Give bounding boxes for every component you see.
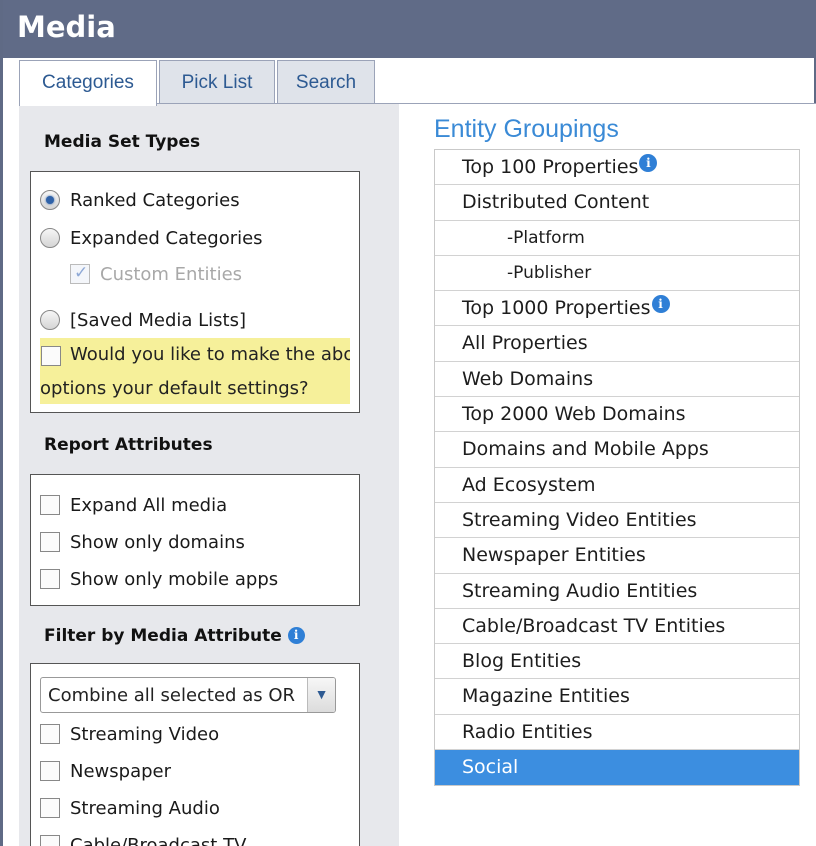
default-settings-prompt: Would you like to make the abov options … bbox=[40, 338, 350, 404]
checkbox[interactable] bbox=[40, 798, 60, 818]
info-icon[interactable]: i bbox=[651, 295, 670, 314]
list-item-ad-ecosystem[interactable]: Ad Ecosystem bbox=[435, 468, 799, 503]
radio-label: Ranked Categories bbox=[70, 189, 240, 211]
radio-button-checked[interactable] bbox=[40, 190, 60, 210]
list-item-all-properties[interactable]: All Properties bbox=[435, 326, 799, 362]
filter-heading: Filter by Media Attribute i bbox=[44, 626, 305, 646]
default-settings-text-line1: Would you like to make the abov bbox=[70, 344, 350, 365]
list-item-publisher[interactable]: -Publisher bbox=[435, 256, 799, 292]
window-title: Media bbox=[17, 10, 116, 44]
combine-mode-select[interactable]: Combine all selected as OR ▼ bbox=[40, 677, 336, 713]
media-set-types-heading: Media Set Types bbox=[44, 132, 201, 152]
radio-button[interactable] bbox=[40, 228, 60, 248]
checkbox[interactable] bbox=[40, 532, 60, 552]
checkbox-cable-broadcast-tv[interactable]: Cable/Broadcast TV bbox=[40, 832, 246, 846]
tab-search[interactable]: Search bbox=[277, 60, 375, 104]
info-icon[interactable]: i bbox=[287, 627, 305, 644]
checkbox-show-only-mobile-apps[interactable]: Show only mobile apps bbox=[40, 566, 278, 592]
radio-ranked-categories[interactable]: Ranked Categories bbox=[40, 187, 240, 213]
checkbox[interactable] bbox=[40, 761, 60, 781]
checkbox[interactable] bbox=[40, 569, 60, 589]
checkbox-streaming-audio[interactable]: Streaming Audio bbox=[40, 795, 220, 821]
info-icon[interactable]: i bbox=[639, 154, 658, 172]
checkbox-label: Newspaper bbox=[70, 760, 171, 782]
list-item-cable-broadcast-tv-entities[interactable]: Cable/Broadcast TV Entities bbox=[435, 609, 799, 645]
default-settings-text-line2: options your default settings? bbox=[40, 378, 309, 399]
title-bar: Media bbox=[3, 0, 816, 58]
list-item-streaming-audio-entities[interactable]: Streaming Audio Entities bbox=[435, 574, 799, 609]
chevron-down-icon[interactable]: ▼ bbox=[307, 678, 335, 712]
tab-categories[interactable]: Categories bbox=[19, 60, 157, 106]
list-item-newspaper-entities[interactable]: Newspaper Entities bbox=[435, 538, 799, 574]
list-item-web-domains[interactable]: Web Domains bbox=[435, 362, 799, 398]
list-item-blog-entities[interactable]: Blog Entities bbox=[435, 644, 799, 680]
entity-groupings-list: Top 100 Properties i Distributed Content … bbox=[434, 149, 800, 787]
select-value: Combine all selected as OR bbox=[48, 685, 296, 706]
checkbox-newspaper[interactable]: Newspaper bbox=[40, 758, 171, 784]
entity-groupings-title: Entity Groupings bbox=[434, 115, 619, 143]
checkbox-custom-entities: Custom Entities bbox=[70, 261, 242, 287]
checkbox-label: Cable/Broadcast TV bbox=[70, 834, 247, 846]
list-item-top-2000-web-domains[interactable]: Top 2000 Web Domains bbox=[435, 397, 799, 433]
list-item-distributed-content[interactable]: Distributed Content bbox=[435, 185, 799, 221]
list-item-magazine-entities[interactable]: Magazine Entities bbox=[435, 679, 799, 715]
list-item-top-100-properties[interactable]: Top 100 Properties i bbox=[435, 150, 799, 186]
radio-label: [Saved Media Lists] bbox=[70, 309, 247, 331]
checkbox-label: Show only mobile apps bbox=[70, 568, 279, 590]
list-item-label: Top 1000 Properties bbox=[462, 297, 651, 320]
default-settings-checkbox[interactable] bbox=[41, 346, 61, 366]
radio-button[interactable] bbox=[40, 310, 60, 330]
list-item-label: Top 100 Properties bbox=[462, 156, 639, 178]
checkbox-disabled-checked bbox=[70, 263, 90, 284]
checkbox-streaming-video[interactable]: Streaming Video bbox=[40, 721, 219, 747]
radio-saved-media-lists[interactable]: [Saved Media Lists] bbox=[40, 307, 246, 333]
list-item-domains-and-mobile-apps[interactable]: Domains and Mobile Apps bbox=[435, 432, 799, 468]
checkbox[interactable] bbox=[40, 724, 60, 744]
filter-heading-text: Filter by Media Attribute bbox=[44, 626, 282, 646]
checkbox-expand-all-media[interactable]: Expand All media bbox=[40, 492, 227, 518]
checkbox-label: Streaming Video bbox=[70, 723, 220, 745]
checkbox-show-only-domains[interactable]: Show only domains bbox=[40, 529, 245, 555]
checkbox-label: Expand All media bbox=[70, 494, 228, 516]
radio-expanded-categories[interactable]: Expanded Categories bbox=[40, 225, 263, 251]
list-item-radio-entities[interactable]: Radio Entities bbox=[435, 715, 799, 751]
list-item-top-1000-properties[interactable]: Top 1000 Properties i bbox=[435, 291, 799, 327]
tab-pick-list[interactable]: Pick List bbox=[159, 60, 275, 104]
list-item-platform[interactable]: -Platform bbox=[435, 221, 799, 256]
list-item-streaming-video-entities[interactable]: Streaming Video Entities bbox=[435, 503, 799, 539]
radio-label: Expanded Categories bbox=[70, 227, 263, 249]
checkbox[interactable] bbox=[40, 495, 60, 515]
checkbox-label: Streaming Audio bbox=[70, 797, 220, 819]
checkbox-label: Custom Entities bbox=[100, 263, 243, 285]
checkbox[interactable] bbox=[40, 835, 60, 846]
report-attributes-heading: Report Attributes bbox=[44, 435, 213, 455]
list-item-social[interactable]: Social bbox=[435, 750, 799, 786]
checkbox-label: Show only domains bbox=[70, 531, 245, 553]
